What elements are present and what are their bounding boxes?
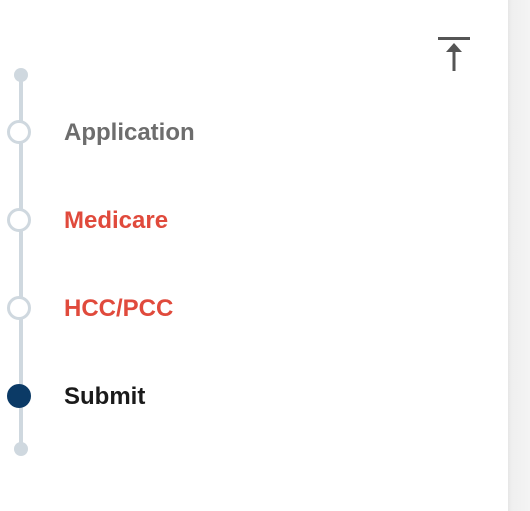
step-label: HCC/PCC: [64, 295, 174, 322]
step-marker-incomplete: [7, 296, 31, 320]
step-label: Application: [64, 119, 195, 146]
panel-divider: [508, 0, 530, 511]
step-marker-active: [7, 384, 31, 408]
step-label: Submit: [64, 383, 146, 410]
step-application[interactable]: Application: [0, 110, 300, 156]
rail-start-dot: [14, 68, 28, 82]
step-marker-incomplete: [7, 120, 31, 144]
step-submit[interactable]: Submit: [0, 374, 300, 420]
step-marker-incomplete: [7, 208, 31, 232]
step-label: Medicare: [64, 207, 169, 234]
arrow-up-to-line-icon: [438, 37, 470, 71]
rail-end-dot: [14, 442, 28, 456]
step-hcc-pcc[interactable]: HCC/PCC: [0, 286, 300, 332]
scroll-to-top-button[interactable]: [437, 35, 471, 73]
step-medicare[interactable]: Medicare: [0, 198, 300, 244]
stepper-panel: Application Medicare HCC/PCC Submit: [0, 0, 508, 511]
